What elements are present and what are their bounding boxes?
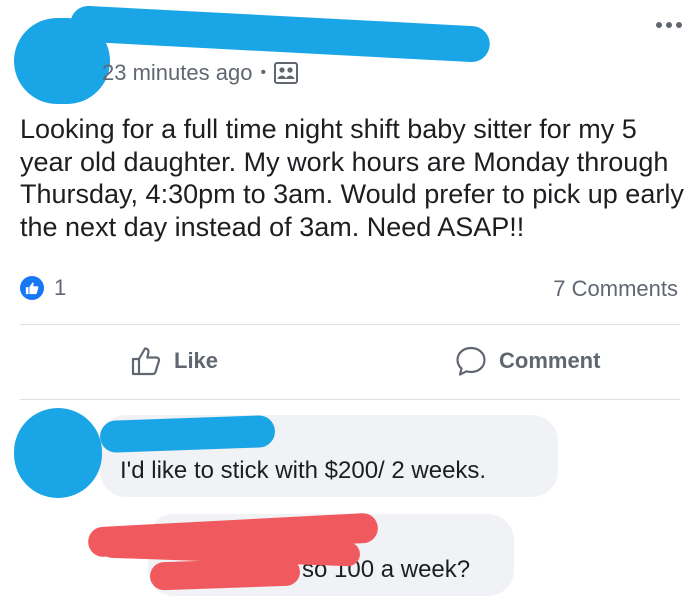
post-timestamp[interactable]: 23 minutes ago (102, 60, 252, 86)
comments-count-link[interactable]: 7 Comments (553, 276, 678, 302)
like-button[interactable]: Like (130, 345, 218, 377)
like-label: Like (174, 348, 219, 373)
redacted-poster-name (69, 5, 491, 63)
redacted-reply-prefix (149, 557, 301, 591)
redacted-commenter-avatar (14, 408, 102, 498)
comment-icon (456, 346, 486, 376)
divider-top (20, 324, 680, 325)
redacted-commenter-name (99, 414, 276, 454)
reaction-count: 1 (54, 275, 67, 300)
post-meta: 23 minutes ago • (102, 60, 299, 86)
more-options-icon[interactable] (656, 22, 682, 28)
friends-icon[interactable] (274, 62, 299, 84)
divider-bottom (20, 399, 680, 400)
thumbs-up-icon (131, 347, 161, 376)
like-reaction-icon (20, 276, 44, 300)
comment-button[interactable]: Comment (455, 345, 600, 377)
meta-separator: • (260, 64, 267, 81)
comment-label: Comment (499, 348, 601, 373)
post-body-text: Looking for a full time night shift baby… (20, 114, 684, 242)
reaction-summary[interactable]: 1 (20, 275, 66, 301)
comment-text: I'd like to stick with $200/ 2 weeks. (120, 457, 487, 484)
